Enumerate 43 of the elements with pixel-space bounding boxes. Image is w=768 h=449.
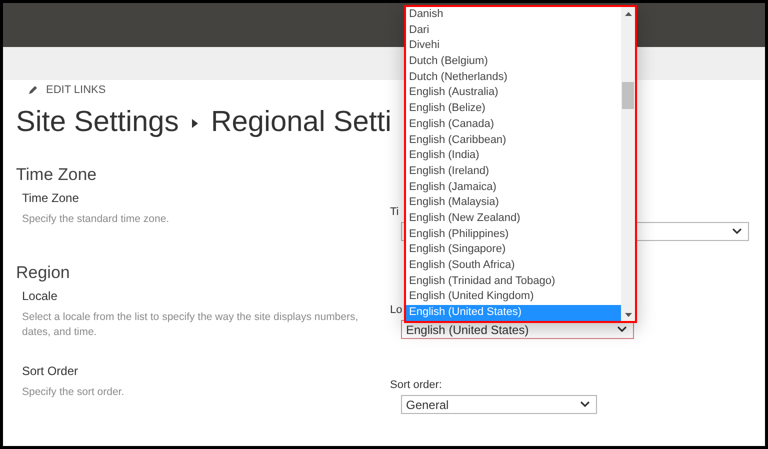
dropdown-option[interactable]: English (Australia): [406, 85, 621, 102]
dropdown-option[interactable]: English (Philippines): [406, 226, 621, 242]
breadcrumb-parent[interactable]: Site Settings: [16, 101, 179, 145]
dropdown-option[interactable]: English (South Africa): [406, 258, 621, 274]
control-label: Ti: [390, 205, 399, 219]
dropdown-option[interactable]: English (India): [406, 148, 621, 164]
dropdown-option[interactable]: English (Jamaica): [406, 180, 621, 196]
dropdown-option[interactable]: English (United Kingdom): [406, 289, 621, 306]
section-heading: Region: [16, 263, 70, 283]
field-label: Time Zone: [22, 191, 80, 205]
field-label: Sort Order: [22, 364, 80, 378]
dropdown-option[interactable]: English (Belize): [406, 101, 621, 117]
dropdown-option[interactable]: Dutch (Netherlands): [406, 70, 621, 86]
dropdown-option[interactable]: English (Canada): [406, 116, 621, 132]
edit-links[interactable]: EDIT LINKS: [46, 82, 106, 98]
chevron-down-icon: [732, 228, 742, 235]
dropdown-option[interactable]: English (Singapore): [406, 242, 621, 258]
scrollbar[interactable]: [621, 7, 635, 321]
dropdown-option[interactable]: English (Caribbean): [406, 132, 621, 148]
dropdown-option[interactable]: English (New Zealand): [406, 210, 621, 227]
dropdown-option[interactable]: Dutch (Belgium): [406, 54, 621, 70]
field-description: Specify the standard time zone.: [22, 212, 170, 227]
control-label: Sort order:: [390, 378, 442, 392]
control-label: Lo: [390, 303, 402, 317]
scrollbar-thumb[interactable]: [622, 82, 634, 109]
chevron-down-icon: [580, 401, 590, 408]
section-heading: Time Zone: [16, 165, 97, 185]
breadcrumb-arrow-icon: [192, 118, 198, 128]
dropdown-option[interactable]: Divehi: [406, 38, 621, 54]
dropdown-option[interactable]: English (Ireland): [406, 164, 621, 180]
scroll-down-icon[interactable]: [624, 313, 632, 317]
field-label: Locale: [22, 289, 58, 303]
dropdown-option[interactable]: English (Malaysia): [406, 195, 621, 211]
dropdown-option[interactable]: Danish: [406, 7, 621, 23]
field-description: Specify the sort order.: [22, 385, 126, 400]
page-title: Regional Setti: [210, 105, 392, 140]
dropdown-option[interactable]: English (Trinidad and Tobago): [406, 274, 621, 290]
dropdown-select[interactable]: General: [401, 395, 597, 414]
field-description: Select a locale from the list to specify the way the site displays numbers, dates, and time.: [22, 310, 360, 340]
pencil-icon: [28, 85, 38, 95]
dropdown-option[interactable]: Dari: [406, 22, 621, 38]
chevron-down-icon: [617, 326, 627, 333]
scroll-up-icon[interactable]: [624, 12, 632, 16]
